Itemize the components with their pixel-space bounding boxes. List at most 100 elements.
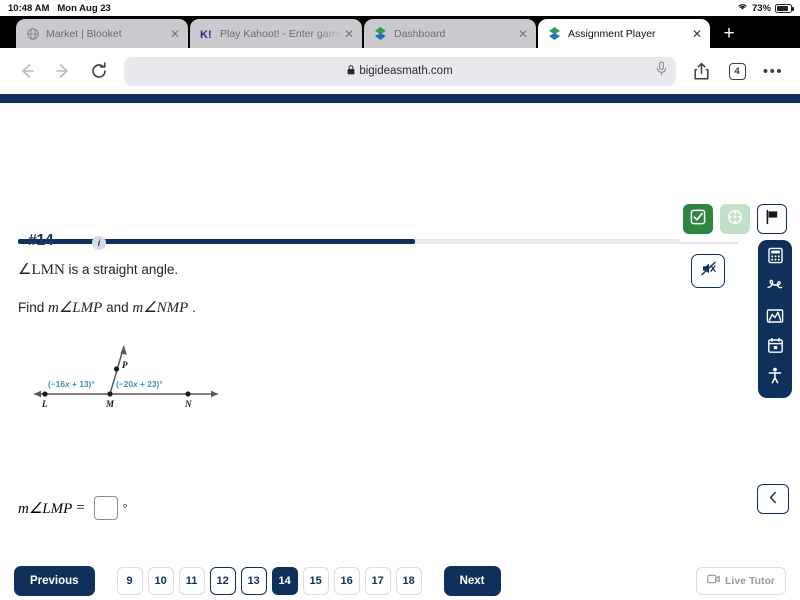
tab-close-icon[interactable]: ✕: [342, 27, 356, 41]
tab-close-icon[interactable]: ✕: [690, 27, 704, 41]
diagram-label-p: P: [122, 360, 128, 370]
page-number-list: 9 10 11 12 13 14 15 16 17 18: [116, 566, 422, 595]
status-date: Mon Aug 23: [57, 2, 111, 14]
diagram-angle-right: (−20x + 23)°: [116, 379, 163, 389]
page-button-11[interactable]: 11: [178, 566, 205, 595]
browser-tab-title: Dashboard: [394, 27, 446, 40]
problem-number: #14: [28, 232, 54, 249]
move-tool-button[interactable]: [720, 204, 750, 234]
assignment-player-page: #14 i ∠LMN is a straight angle. Find m∠L…: [0, 94, 800, 600]
problem-progress-fill: [18, 239, 416, 244]
diagram-label-m: M: [105, 399, 115, 409]
calculator-tool-button[interactable]: [766, 247, 784, 267]
page-button-14[interactable]: 14: [271, 566, 298, 595]
wifi-icon: [737, 2, 748, 14]
page-button-17[interactable]: 17: [364, 566, 391, 595]
bigideas-diamond-icon: [374, 27, 387, 40]
status-time: 10:48 AM: [8, 2, 50, 14]
browser-tab-title: Play Kahoot! - Enter game PIN: [220, 27, 342, 40]
browser-tab-title: Assignment Player: [568, 27, 656, 40]
scribble-tool-button[interactable]: [766, 279, 784, 297]
svg-text:K!: K!: [200, 29, 212, 40]
move-crosshair-icon: [727, 209, 743, 230]
back-arrow-icon[interactable]: [10, 54, 44, 88]
globe-icon: [26, 27, 39, 40]
diagram-label-n: N: [184, 399, 192, 409]
tab-close-icon[interactable]: ✕: [516, 27, 530, 41]
info-icon[interactable]: i: [92, 236, 106, 250]
tab-count-label: 4: [728, 62, 746, 80]
answer-label: m∠LMP: [18, 500, 73, 517]
video-chat-icon: [707, 574, 720, 587]
tab-close-icon[interactable]: ✕: [168, 27, 182, 41]
graph-tool-button[interactable]: [766, 308, 784, 329]
previous-button[interactable]: Previous: [14, 565, 95, 596]
browser-tab-3[interactable]: Assignment Player ✕: [538, 19, 710, 48]
more-menu-button[interactable]: •••: [756, 54, 790, 88]
page-button-15[interactable]: 15: [302, 566, 329, 595]
graph-chart-icon: [766, 308, 784, 329]
address-bar[interactable]: bigideasmath.com: [124, 56, 676, 86]
mute-audio-button[interactable]: [691, 254, 725, 288]
diagram-label-l: L: [41, 399, 48, 409]
check-answer-button[interactable]: [683, 204, 713, 234]
battery-icon: [775, 3, 794, 13]
browser-tab-1[interactable]: K! Play Kahoot! - Enter game PIN ✕: [190, 19, 362, 48]
prompt-suffix: .: [192, 300, 196, 315]
collapse-panel-button[interactable]: [757, 484, 789, 514]
new-tab-button[interactable]: +: [712, 19, 746, 48]
diagram-angle-left: (−16x + 13)°: [48, 379, 95, 389]
flag-icon: [764, 209, 780, 230]
check-square-icon: [690, 209, 706, 230]
accessibility-tool-button[interactable]: [766, 367, 784, 389]
prompt-prefix: Find: [18, 300, 45, 315]
browser-tab-0[interactable]: Market | Blooket ✕: [16, 19, 188, 48]
page-button-12[interactable]: 12: [209, 566, 236, 595]
reload-icon[interactable]: [82, 54, 116, 88]
live-tutor-button[interactable]: Live Tutor: [696, 566, 786, 595]
accessibility-icon: [767, 367, 783, 389]
chevron-left-icon: [768, 491, 779, 507]
page-button-16[interactable]: 16: [333, 566, 360, 595]
microphone-icon[interactable]: [655, 61, 668, 81]
tab-overview-button[interactable]: 4: [720, 54, 754, 88]
answer-input-lmp[interactable]: [93, 496, 118, 520]
degree-symbol: °: [122, 500, 128, 515]
browser-tab-strip: Market | Blooket ✕ K! Play Kahoot! - Ent…: [0, 16, 800, 48]
prompt-math-1: m∠LMP: [48, 300, 103, 316]
battery-percent: 73%: [751, 2, 771, 14]
bigideas-diamond-icon: [548, 27, 561, 40]
scribble-pen-icon: [766, 277, 784, 299]
page-button-18[interactable]: 18: [395, 566, 422, 595]
browser-tab-title: Market | Blooket: [46, 27, 122, 40]
flag-question-button[interactable]: [757, 204, 787, 234]
forward-arrow-icon[interactable]: [46, 54, 80, 88]
browser-toolbar: bigideasmath.com 4 •••: [0, 48, 800, 94]
angle-diagram: L M N P (−16x + 13)° (−20x + 23)°: [16, 332, 236, 427]
address-bar-url: bigideasmath.com: [359, 65, 453, 77]
toolbar-divider: [678, 242, 738, 244]
problem-prompt: Find m∠LMP and m∠NMP .: [18, 298, 196, 317]
page-button-10[interactable]: 10: [147, 566, 174, 595]
prompt-and: and: [106, 300, 129, 315]
share-icon[interactable]: [684, 54, 718, 88]
assignment-bottom-nav: Previous 9 10 11 12 13 14 15 16 17 18 Next Live T…: [0, 560, 800, 600]
live-tutor-label: Live Tutor: [725, 574, 775, 587]
problem-statement: ∠LMN is a straight angle.: [18, 260, 178, 279]
calendar-tool-button[interactable]: [766, 337, 784, 359]
next-button[interactable]: Next: [443, 565, 501, 596]
speaker-muted-icon: [700, 260, 717, 282]
browser-tab-2[interactable]: Dashboard ✕: [364, 19, 536, 48]
calendar-icon: [767, 337, 784, 359]
prompt-math-2: m∠NMP: [132, 300, 189, 316]
page-button-9[interactable]: 9: [116, 566, 143, 595]
tool-rail: [758, 240, 792, 398]
lock-icon: [347, 62, 355, 80]
answer-row-0: m∠LMP = °: [18, 496, 128, 520]
more-dots-icon: •••: [762, 62, 784, 80]
ios-status-bar: 10:48 AM Mon Aug 23 73%: [0, 0, 800, 16]
statement-math: ∠LMN: [18, 262, 65, 278]
answer-equals: =: [76, 499, 85, 516]
page-button-13[interactable]: 13: [240, 566, 267, 595]
app-top-navbar: [0, 94, 800, 103]
